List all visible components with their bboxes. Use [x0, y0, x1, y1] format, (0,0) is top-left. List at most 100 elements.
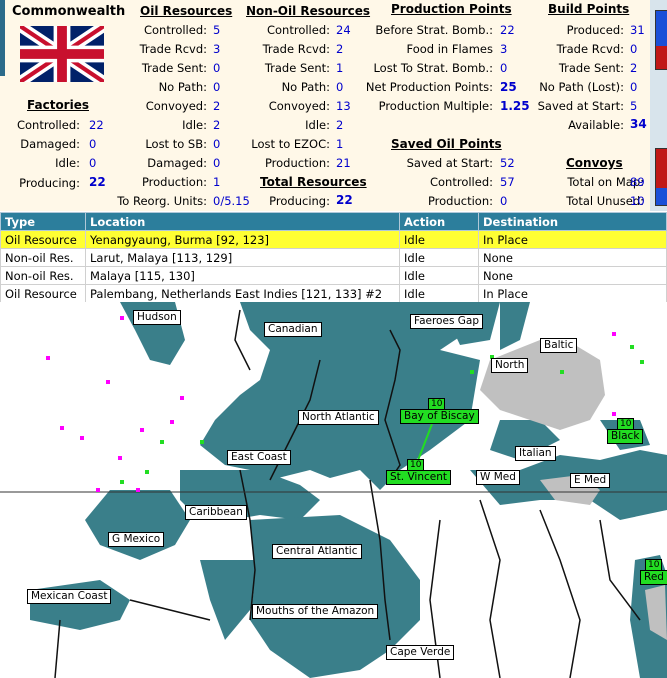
column-header-location[interactable]: Location — [85, 212, 400, 231]
saved-oil-label: Controlled: — [429, 175, 493, 189]
build-label: Available: — [568, 118, 624, 132]
prod-label: Lost To Strat. Bomb.: — [373, 61, 493, 75]
prod-label: Production Multiple: — [378, 99, 493, 113]
unit-st-vincent[interactable]: St. Vincent — [386, 470, 451, 485]
table-row[interactable]: Non-oil Res. Malaya [115, 130] Idle None — [0, 266, 667, 285]
left-edge-strip — [0, 0, 5, 76]
prod-label: Food in Flames — [406, 42, 494, 56]
sea-label[interactable]: Cape Verde — [386, 645, 455, 660]
oil-value: 0 — [213, 137, 221, 151]
production-multiple-value: 1.25 — [500, 99, 530, 113]
saved-oil-value: 57 — [500, 175, 515, 189]
resource-table: Type Location Action Destination Oil Res… — [0, 212, 667, 303]
nonoil-label: Convoyed: — [268, 99, 330, 113]
side-tab-button[interactable] — [655, 148, 667, 206]
build-label: Produced: — [566, 23, 624, 37]
sea-label[interactable]: Italian — [515, 446, 556, 461]
sea-label[interactable]: Mexican Coast — [27, 589, 112, 604]
world-map[interactable] — [0, 302, 667, 678]
nonoil-value: 21 — [336, 156, 351, 170]
sea-label[interactable]: E Med — [570, 473, 611, 488]
sea-label[interactable]: North Atlantic — [298, 410, 379, 425]
sea-label[interactable]: Mouths of the Amazon — [252, 604, 379, 619]
build-value: 0 — [630, 80, 638, 94]
cell-location: Palembang, Netherlands East Indies [121,… — [85, 284, 400, 303]
nonoil-label: Production: — [264, 156, 330, 170]
nonoil-value: 0 — [336, 80, 344, 94]
total-producing-label: Producing: — [269, 194, 330, 208]
total-producing-value: 22 — [336, 193, 353, 207]
oil-label: No Path: — [158, 80, 207, 94]
nonoil-value: 24 — [336, 23, 351, 37]
cell-action: Idle — [399, 284, 479, 303]
oil-value: 5 — [213, 23, 221, 37]
build-value: 2 — [630, 61, 638, 75]
oil-value: 2 — [213, 118, 221, 132]
cell-action: Idle — [399, 248, 479, 267]
factories-header: Factories — [27, 98, 89, 112]
build-value: 0 — [630, 42, 638, 56]
saved-oil-label: Production: — [427, 194, 493, 208]
nonoil-label: Trade Sent: — [264, 61, 330, 75]
prod-value: 3 — [500, 42, 508, 56]
nonoil-label: Controlled: — [266, 23, 330, 37]
cell-type: Oil Resource — [0, 284, 86, 303]
oil-label: Idle: — [182, 118, 207, 132]
unit-red-sea[interactable]: Red — [640, 570, 667, 585]
column-header-type[interactable]: Type — [0, 212, 86, 231]
factories-idle-value: 0 — [89, 156, 97, 170]
nation-name: Commonwealth — [12, 4, 126, 19]
total-resources-header: Total Resources — [260, 175, 367, 189]
sea-label[interactable]: Central Atlantic — [272, 544, 362, 559]
oil-label: Convoyed: — [145, 99, 207, 113]
factories-controlled-label: Controlled: — [16, 118, 80, 132]
saved-oil-value: 0 — [500, 194, 508, 208]
oil-value: 0 — [213, 156, 221, 170]
union-jack-flag-icon — [20, 26, 104, 82]
side-tab-button[interactable] — [655, 10, 667, 70]
cell-action: Idle — [399, 230, 479, 249]
sea-label[interactable]: North — [491, 358, 529, 373]
sea-label[interactable]: Canadian — [264, 322, 322, 337]
cell-location: Yenangyaung, Burma [92, 123] — [85, 230, 400, 249]
oil-value: 0 — [213, 80, 221, 94]
column-header-action[interactable]: Action — [399, 212, 479, 231]
sea-label[interactable]: W Med — [476, 470, 520, 485]
sea-label[interactable]: Baltic — [540, 338, 578, 353]
sea-label[interactable]: Faeroes Gap — [410, 314, 483, 329]
oil-value: 0 — [213, 61, 221, 75]
cell-destination: None — [478, 248, 667, 267]
cell-destination: In Place — [478, 284, 667, 303]
nonoil-value: 2 — [336, 42, 344, 56]
production-points-header: Production Points — [391, 2, 512, 16]
convoys-value: 89 — [630, 175, 645, 189]
production-summary-panel: Commonwealth Factories Controlled: 22 Da… — [0, 0, 667, 211]
build-value: 31 — [630, 23, 645, 37]
prod-label: Before Strat. Bomb.: — [375, 23, 493, 37]
table-row[interactable]: Non-oil Res. Larut, Malaya [113, 129] Id… — [0, 248, 667, 267]
sea-label[interactable]: G Mexico — [108, 532, 165, 547]
cell-destination: In Place — [478, 230, 667, 249]
unit-bay-of-biscay[interactable]: Bay of Biscay — [400, 409, 479, 424]
table-row[interactable]: Oil Resource Palembang, Netherlands East… — [0, 284, 667, 303]
nonoil-label: No Path: — [281, 80, 330, 94]
build-available-value: 34 — [630, 117, 647, 131]
oil-value: 1 — [213, 175, 221, 189]
sea-label[interactable]: Hudson — [133, 310, 181, 325]
build-label: Trade Sent: — [558, 61, 624, 75]
factories-controlled-value: 22 — [89, 118, 104, 132]
convoys-value: 10 — [630, 194, 645, 208]
oil-label: Production: — [141, 175, 207, 189]
sea-label[interactable]: Caribbean — [185, 505, 247, 520]
factories-producing-label: Producing: — [19, 176, 80, 190]
column-header-destination[interactable]: Destination — [478, 212, 667, 231]
non-oil-resources-header: Non-Oil Resources — [246, 4, 371, 18]
build-points-header: Build Points — [548, 2, 630, 16]
cell-type: Non-oil Res. — [0, 248, 86, 267]
build-label: Trade Rcvd: — [556, 42, 624, 56]
unit-black-sea[interactable]: Black — [607, 429, 644, 444]
convoys-header: Convoys — [566, 156, 623, 170]
saved-oil-value: 52 — [500, 156, 515, 170]
sea-label[interactable]: East Coast — [227, 450, 291, 465]
table-row-selected[interactable]: Oil Resource Yenangyaung, Burma [92, 123… — [0, 230, 667, 249]
